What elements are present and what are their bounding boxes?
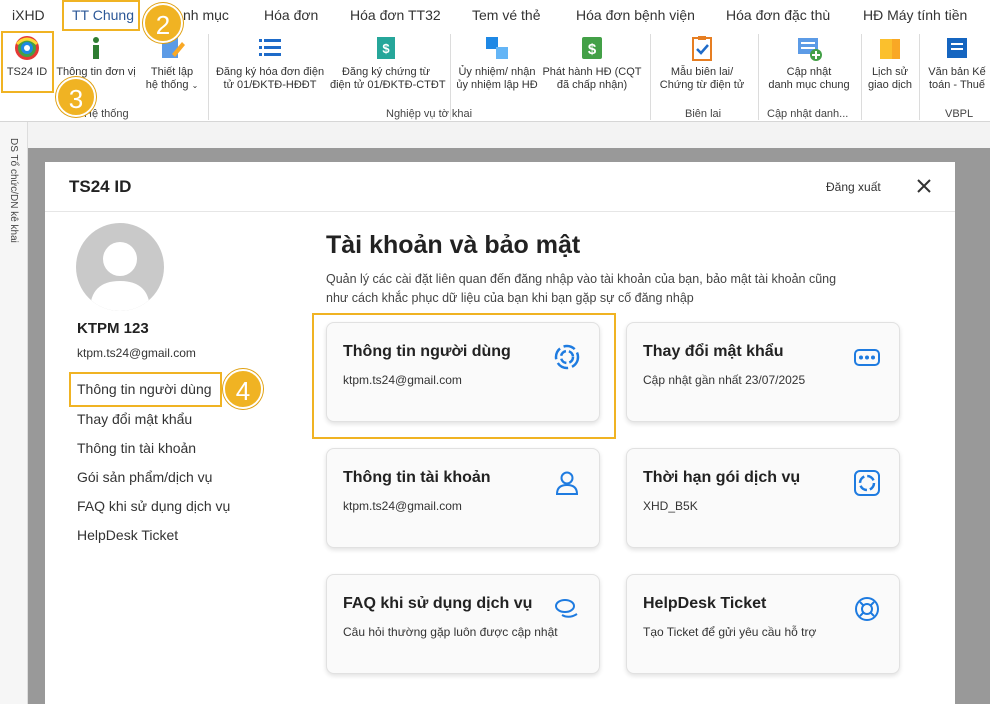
user-email: ktpm.ts24@gmail.com xyxy=(77,346,196,360)
list-icon xyxy=(256,34,284,62)
card-title: FAQ khi sử dụng dịch vụ xyxy=(343,595,533,612)
clipboard-check-icon xyxy=(688,34,716,62)
dialog-title: TS24 ID xyxy=(69,177,132,196)
tab-hoa-don-benh-vien[interactable]: Hóa đơn bệnh viện xyxy=(576,7,695,23)
ribbon-separator xyxy=(861,34,862,120)
org-list-label: DS Tổ chức/DN kê khai xyxy=(8,138,19,243)
tab-hd-may-tinh-tien[interactable]: HĐ Máy tính tiền xyxy=(863,7,967,23)
info-icon xyxy=(82,34,110,62)
document-dollar-icon: $ xyxy=(372,34,400,62)
ribbon-separator xyxy=(208,34,209,120)
sidebar-item-helpdesk[interactable]: HelpDesk Ticket xyxy=(77,527,178,543)
group-label-update: Cập nhật danh... xyxy=(767,108,849,120)
card-subtitle: Tạo Ticket để gửi yêu cầu hỗ trợ xyxy=(643,625,817,639)
lifebuoy-icon xyxy=(853,595,881,623)
transaction-history-button[interactable]: Lịch sử giao dịch xyxy=(863,34,917,92)
authorization-button[interactable]: Ủy nhiệm/ nhận ủy nhiệm lập HĐ xyxy=(454,34,540,92)
group-label-vbpl: VBPL xyxy=(945,108,974,120)
tab-hoa-don-tt32[interactable]: Hóa đơn TT32 xyxy=(350,7,441,23)
register-voucher-button[interactable]: $ Đăng ký chứng từ điện tử 01/ĐKTĐ-CTĐT xyxy=(330,34,446,92)
step-badge-3: 3 xyxy=(56,77,96,117)
group-label-receipt: Biên lai xyxy=(685,108,722,120)
highlight-tt-chung xyxy=(62,0,140,31)
add-list-icon xyxy=(795,34,823,62)
org-list-strip[interactable]: DS Tổ chức/DN kê khai xyxy=(0,122,28,704)
company-info-button[interactable]: Thông tin đơn vị xyxy=(56,34,136,79)
card-subtitle: ktpm.ts24@gmail.com xyxy=(343,499,462,513)
card-helpdesk[interactable]: HelpDesk Ticket Tạo Ticket để gửi yêu cầ… xyxy=(626,574,900,674)
svg-text:$: $ xyxy=(588,41,597,58)
card-title: Thời hạn gói dịch vụ xyxy=(643,469,801,486)
step-badge-4: 4 xyxy=(223,369,263,409)
ribbon-separator xyxy=(919,34,920,120)
swirl-badge-icon xyxy=(853,469,881,497)
page-title: Tài khoản và bảo mật xyxy=(326,231,581,259)
sidebar-item-packages[interactable]: Gói sản phẩm/dịch vụ xyxy=(77,469,212,485)
card-title: Thay đổi mật khẩu xyxy=(643,343,784,360)
card-faq[interactable]: FAQ khi sử dụng dịch vụ Câu hỏi thường g… xyxy=(326,574,600,674)
copy-blocks-icon xyxy=(483,34,511,62)
card-subtitle: XHD_B5K xyxy=(643,499,698,513)
accounting-docs-button[interactable]: Văn bản Kế toán - Thuế xyxy=(924,34,990,92)
page-description: Quản lý các cài đặt liên quan đến đăng n… xyxy=(326,272,837,305)
tab-hoa-don-dac-thu[interactable]: Hóa đơn đặc thù xyxy=(726,7,830,23)
user-icon xyxy=(553,469,581,497)
update-catalog-button[interactable]: Cập nhật danh mục chung xyxy=(762,34,856,92)
highlight-ts24-id xyxy=(1,31,54,93)
sidebar-item-account-info[interactable]: Thông tin tài khoản xyxy=(77,440,196,456)
issue-invoice-button[interactable]: $ Phát hành HĐ (CQT đã chấp nhận) xyxy=(542,34,642,92)
card-subtitle: Cập nhật gần nhất 23/07/2025 xyxy=(643,373,806,387)
highlight-sidebar-user-info xyxy=(69,372,222,407)
chevron-down-icon: ⌄ xyxy=(191,81,199,90)
tab-hoa-don[interactable]: Hóa đơn xyxy=(264,7,318,23)
receipt-template-button[interactable]: Mẫu biên lai/ Chứng từ điện tử xyxy=(654,34,750,92)
system-settings-button[interactable]: Thiết lập hệ thống ⌄ xyxy=(140,34,204,92)
password-dots-icon xyxy=(853,343,881,371)
register-einvoice-button[interactable]: Đăng ký hóa đơn điện tử 01/ĐKTĐ-HĐĐT xyxy=(212,34,328,92)
ribbon: TS24 ID Thông tin đơn vị Thiết lập hệ th… xyxy=(0,30,990,122)
step-badge-2: 2 xyxy=(143,3,183,43)
card-title: Thông tin tài khoản xyxy=(343,469,491,486)
chat-bubbles-icon xyxy=(553,595,581,623)
ribbon-separator xyxy=(650,34,651,120)
user-name: KTPM 123 xyxy=(77,320,149,337)
ribbon-separator xyxy=(758,34,759,120)
folder-icon xyxy=(876,34,904,62)
blue-book-icon xyxy=(943,34,971,62)
card-account-info[interactable]: Thông tin tài khoản ktpm.ts24@gmail.com xyxy=(326,448,600,548)
svg-text:$: $ xyxy=(382,41,390,56)
group-label-declaration: Nghiệp vụ tờ khai xyxy=(386,108,473,120)
card-change-password[interactable]: Thay đổi mật khẩu Cập nhật gần nhất 23/0… xyxy=(626,322,900,422)
card-title: HelpDesk Ticket xyxy=(643,595,767,612)
sidebar-item-faq[interactable]: FAQ khi sử dụng dịch vụ xyxy=(77,498,230,514)
avatar xyxy=(76,223,164,311)
logout-link[interactable]: Đăng xuất xyxy=(826,180,881,194)
sidebar-item-change-password[interactable]: Thay đổi mật khẩu xyxy=(77,411,192,427)
tab-danh-muc[interactable]: nh mục xyxy=(183,7,229,23)
tab-ixhd[interactable]: iXHD xyxy=(12,7,45,23)
dollar-green-icon: $ xyxy=(578,34,606,62)
highlight-user-info-card xyxy=(312,313,616,439)
card-subtitle: Câu hỏi thường gặp luôn được cập nhật xyxy=(343,625,558,639)
dialog-header: TS24 ID Đăng xuất xyxy=(45,162,955,212)
close-icon[interactable] xyxy=(913,175,935,197)
card-service-period[interactable]: Thời hạn gói dịch vụ XHD_B5K xyxy=(626,448,900,548)
tab-tem-ve-the[interactable]: Tem vé thẻ xyxy=(472,7,540,23)
